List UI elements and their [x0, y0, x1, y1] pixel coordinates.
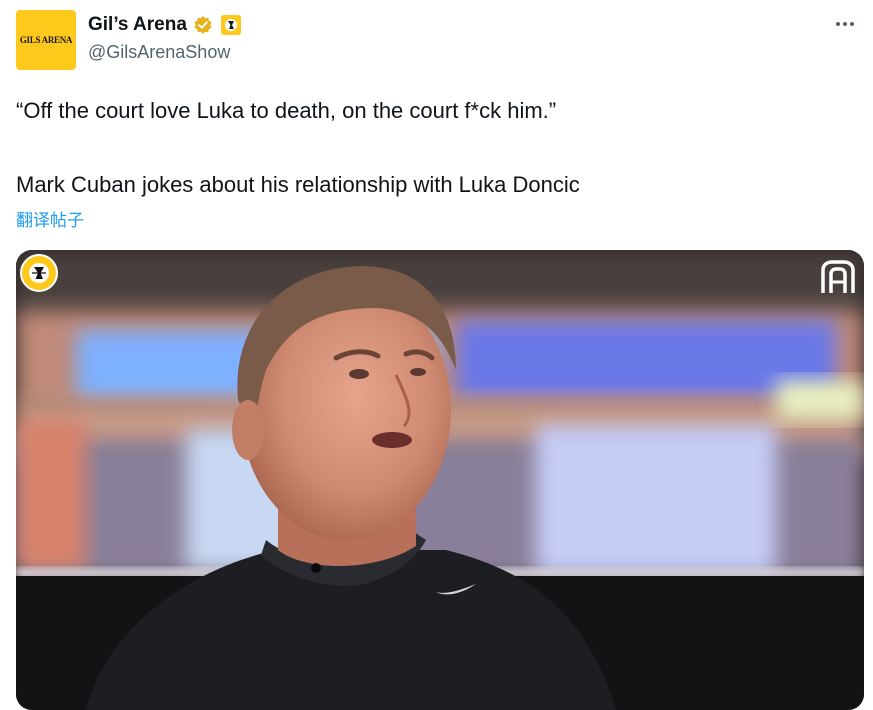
translate-post-link[interactable]: 翻译帖子	[16, 206, 84, 231]
author-handle[interactable]: @GilsArenaShow	[88, 42, 230, 63]
brand-logo-icon	[820, 260, 856, 294]
gils-arena-channel-icon	[20, 254, 58, 292]
avatar[interactable]: GILS ARENA	[16, 10, 76, 70]
tweet-text: “Off the court love Luka to death, on th…	[16, 96, 846, 200]
author-name-row: Gil’s Arena	[88, 12, 241, 38]
video-thumbnail[interactable]	[16, 250, 864, 710]
tweet-quote: “Off the court love Luka to death, on th…	[16, 98, 557, 123]
avatar-logo-text: GILS ARENA	[19, 35, 73, 45]
video-frame-image	[16, 250, 864, 710]
more-options-icon[interactable]	[831, 14, 859, 34]
gils-arena-badge-icon[interactable]	[220, 15, 241, 35]
tweet-body: Mark Cuban jokes about his relationship …	[16, 172, 580, 197]
verified-badge-icon	[193, 15, 213, 35]
display-name[interactable]: Gil’s Arena	[88, 14, 187, 36]
